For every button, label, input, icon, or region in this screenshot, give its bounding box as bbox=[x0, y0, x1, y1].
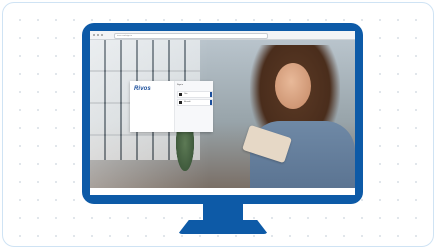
account-logo-icon bbox=[179, 93, 182, 96]
illustration-card: rivos.com/sign-in Rivos Sign in Okta Mic… bbox=[2, 2, 434, 247]
window-control-icon bbox=[101, 34, 103, 36]
account-option-label: Microsoft bbox=[184, 102, 191, 103]
rivos-logo: Rivos bbox=[134, 86, 151, 92]
window-control-icon bbox=[93, 34, 95, 36]
signin-dialog: Rivos Sign in Okta Microsoft bbox=[130, 81, 213, 132]
account-option-label: Okta bbox=[184, 94, 188, 95]
screen-bottom-bar bbox=[90, 188, 355, 195]
account-option-button[interactable]: Okta bbox=[177, 91, 213, 98]
address-bar[interactable]: rivos.com/sign-in bbox=[114, 33, 268, 39]
account-logo-icon bbox=[179, 101, 182, 104]
browser-chrome: rivos.com/sign-in bbox=[90, 31, 355, 40]
window-control-icon bbox=[97, 34, 99, 36]
account-go-icon bbox=[210, 92, 212, 97]
accounts-panel-title: Sign in bbox=[177, 84, 184, 86]
account-go-icon bbox=[210, 100, 212, 105]
monitor-stand bbox=[178, 220, 268, 234]
monitor-frame: rivos.com/sign-in Rivos Sign in Okta Mic… bbox=[82, 23, 363, 204]
signin-dialog-accounts-panel: Sign in Okta Microsoft bbox=[174, 81, 213, 132]
monitor-screen: rivos.com/sign-in Rivos Sign in Okta Mic… bbox=[90, 31, 355, 195]
person-face bbox=[275, 63, 311, 109]
account-option-button[interactable]: Microsoft bbox=[177, 99, 213, 106]
signin-dialog-brand-panel: Rivos bbox=[130, 81, 174, 132]
plant-image bbox=[176, 131, 194, 171]
